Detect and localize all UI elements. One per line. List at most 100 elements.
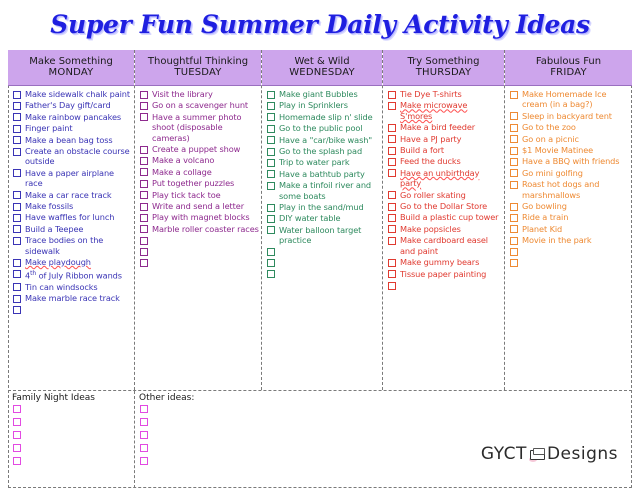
checkbox-icon[interactable] xyxy=(510,112,518,121)
checkbox-icon[interactable] xyxy=(140,457,148,465)
checkbox-icon[interactable] xyxy=(388,90,396,99)
checkbox-icon[interactable] xyxy=(140,168,148,177)
checkbox-icon[interactable] xyxy=(510,248,518,257)
checkbox-icon[interactable] xyxy=(388,214,396,223)
checkbox-icon[interactable] xyxy=(267,136,275,145)
checkbox-icon[interactable] xyxy=(388,225,396,234)
checkbox-icon[interactable] xyxy=(13,405,21,413)
list-item[interactable]: Ride a train xyxy=(509,212,630,222)
list-item[interactable]: Go mini golfing xyxy=(509,168,630,178)
checkbox-icon[interactable] xyxy=(13,214,21,223)
list-item[interactable]: Go on a scavenger hunt xyxy=(139,100,259,110)
list-item[interactable]: Make cardboard easel and paint xyxy=(387,235,502,256)
list-item[interactable]: Go to the zoo xyxy=(509,122,630,132)
list-item[interactable]: Make a tinfoil river and some boats xyxy=(266,180,380,201)
list-item[interactable]: Make sidewalk chalk paint xyxy=(12,89,132,99)
checkbox-icon[interactable] xyxy=(510,135,518,144)
list-item[interactable]: Play tick tack toe xyxy=(139,190,259,200)
list-item[interactable]: Play in Sprinklers xyxy=(266,100,380,110)
checkbox-icon[interactable] xyxy=(140,90,148,99)
list-item[interactable]: Tin can windsocks xyxy=(12,282,132,292)
checkbox-icon[interactable] xyxy=(267,90,275,99)
checkbox-icon[interactable] xyxy=(13,191,21,200)
checkbox-icon[interactable] xyxy=(267,159,275,168)
checkbox-icon[interactable] xyxy=(140,145,148,154)
checkbox-icon[interactable] xyxy=(140,236,148,245)
checkbox-icon[interactable] xyxy=(140,431,148,439)
checkbox-icon[interactable] xyxy=(510,180,518,189)
checkbox-icon[interactable] xyxy=(13,113,21,122)
list-item[interactable]: Create an obstacle course outside xyxy=(12,146,132,167)
list-item[interactable]: Make a collage xyxy=(139,167,259,177)
list-item-blank[interactable] xyxy=(266,269,380,279)
checkbox-icon[interactable] xyxy=(510,90,518,99)
list-item[interactable]: Make microwave S'mores xyxy=(387,100,502,121)
checkbox-icon[interactable] xyxy=(267,248,275,257)
checkbox-icon[interactable] xyxy=(13,444,21,452)
list-item[interactable]: Have waffles for lunch xyxy=(12,212,132,222)
list-item-blank[interactable] xyxy=(266,247,380,257)
list-item[interactable]: Write and send a letter xyxy=(139,201,259,211)
list-item-blank[interactable] xyxy=(266,258,380,268)
checkbox-icon[interactable] xyxy=(140,113,148,122)
list-item[interactable]: Movie in the park xyxy=(509,235,630,245)
checkbox-icon[interactable] xyxy=(267,124,275,133)
list-item[interactable]: Tissue paper painting xyxy=(387,269,502,279)
checkbox-icon[interactable] xyxy=(510,158,518,167)
list-item[interactable]: Make popsicles xyxy=(387,224,502,234)
checkbox-icon[interactable] xyxy=(13,431,21,439)
checkbox-icon[interactable] xyxy=(388,281,396,290)
list-item-blank[interactable] xyxy=(139,235,259,245)
checkbox-icon[interactable] xyxy=(510,123,518,132)
list-item[interactable]: Make rainbow pancakes xyxy=(12,112,132,122)
checkbox-icon[interactable] xyxy=(267,270,275,279)
list-item[interactable]: Tie Dye T-shirts xyxy=(387,89,502,99)
list-item[interactable]: Make marble race track xyxy=(12,293,132,303)
checkbox-icon[interactable] xyxy=(13,236,21,245)
list-item[interactable]: Go bowling xyxy=(509,201,630,211)
checkbox-icon[interactable] xyxy=(267,102,275,110)
list-item[interactable]: Make a car race track xyxy=(12,190,132,200)
checkbox-icon[interactable] xyxy=(140,191,148,200)
checkbox-icon[interactable] xyxy=(267,113,275,122)
checkbox-icon[interactable] xyxy=(140,102,148,110)
checkbox-icon[interactable] xyxy=(13,102,21,110)
list-item[interactable]: Finger paint xyxy=(12,123,132,133)
list-item[interactable]: Make playdough xyxy=(12,257,132,267)
list-item[interactable]: Build a plastic cup tower xyxy=(387,212,502,222)
checkbox-icon[interactable] xyxy=(140,247,148,256)
checkbox-icon[interactable] xyxy=(140,214,148,223)
checkbox-icon[interactable] xyxy=(140,418,148,426)
checkbox-icon[interactable] xyxy=(140,157,148,166)
checkbox-icon[interactable] xyxy=(388,102,396,110)
checkbox-icon[interactable] xyxy=(140,179,148,188)
checkbox-icon[interactable] xyxy=(388,135,396,144)
checkbox-icon[interactable] xyxy=(267,181,275,190)
checkbox-icon[interactable] xyxy=(140,405,148,413)
list-item[interactable]: Feed the ducks xyxy=(387,156,502,166)
list-item[interactable]: Visit the library xyxy=(139,89,259,99)
checkbox-icon[interactable] xyxy=(13,202,21,211)
checkbox-icon[interactable] xyxy=(267,215,275,224)
checkbox-icon[interactable] xyxy=(13,283,21,292)
list-item[interactable]: 4th of July Ribbon wands xyxy=(12,269,132,281)
list-item[interactable]: Build a Teepee xyxy=(12,224,132,234)
checkbox-icon[interactable] xyxy=(510,169,518,178)
list-item[interactable]: $1 Movie Matinee xyxy=(509,145,630,155)
list-item-blank[interactable] xyxy=(509,247,630,257)
checkbox-icon[interactable] xyxy=(267,259,275,268)
checkbox-icon[interactable] xyxy=(140,258,148,267)
checkbox-icon[interactable] xyxy=(510,202,518,211)
list-item[interactable]: Water balloon target practice xyxy=(266,225,380,246)
checkbox-icon[interactable] xyxy=(267,147,275,156)
list-item[interactable]: Create a puppet show xyxy=(139,144,259,154)
list-item-blank[interactable] xyxy=(139,246,259,256)
checkbox-icon[interactable] xyxy=(13,294,21,303)
list-item[interactable]: Roast hot dogs and marshmallows xyxy=(509,179,630,200)
checkbox-icon[interactable] xyxy=(510,236,518,245)
list-item[interactable]: Marble roller coaster races xyxy=(139,224,259,234)
checkbox-icon[interactable] xyxy=(13,258,21,267)
list-item[interactable]: Go to the public pool xyxy=(266,123,380,133)
list-item[interactable]: Sleep in backyard tent xyxy=(509,111,630,121)
list-item[interactable]: Play with magnet blocks xyxy=(139,212,259,222)
